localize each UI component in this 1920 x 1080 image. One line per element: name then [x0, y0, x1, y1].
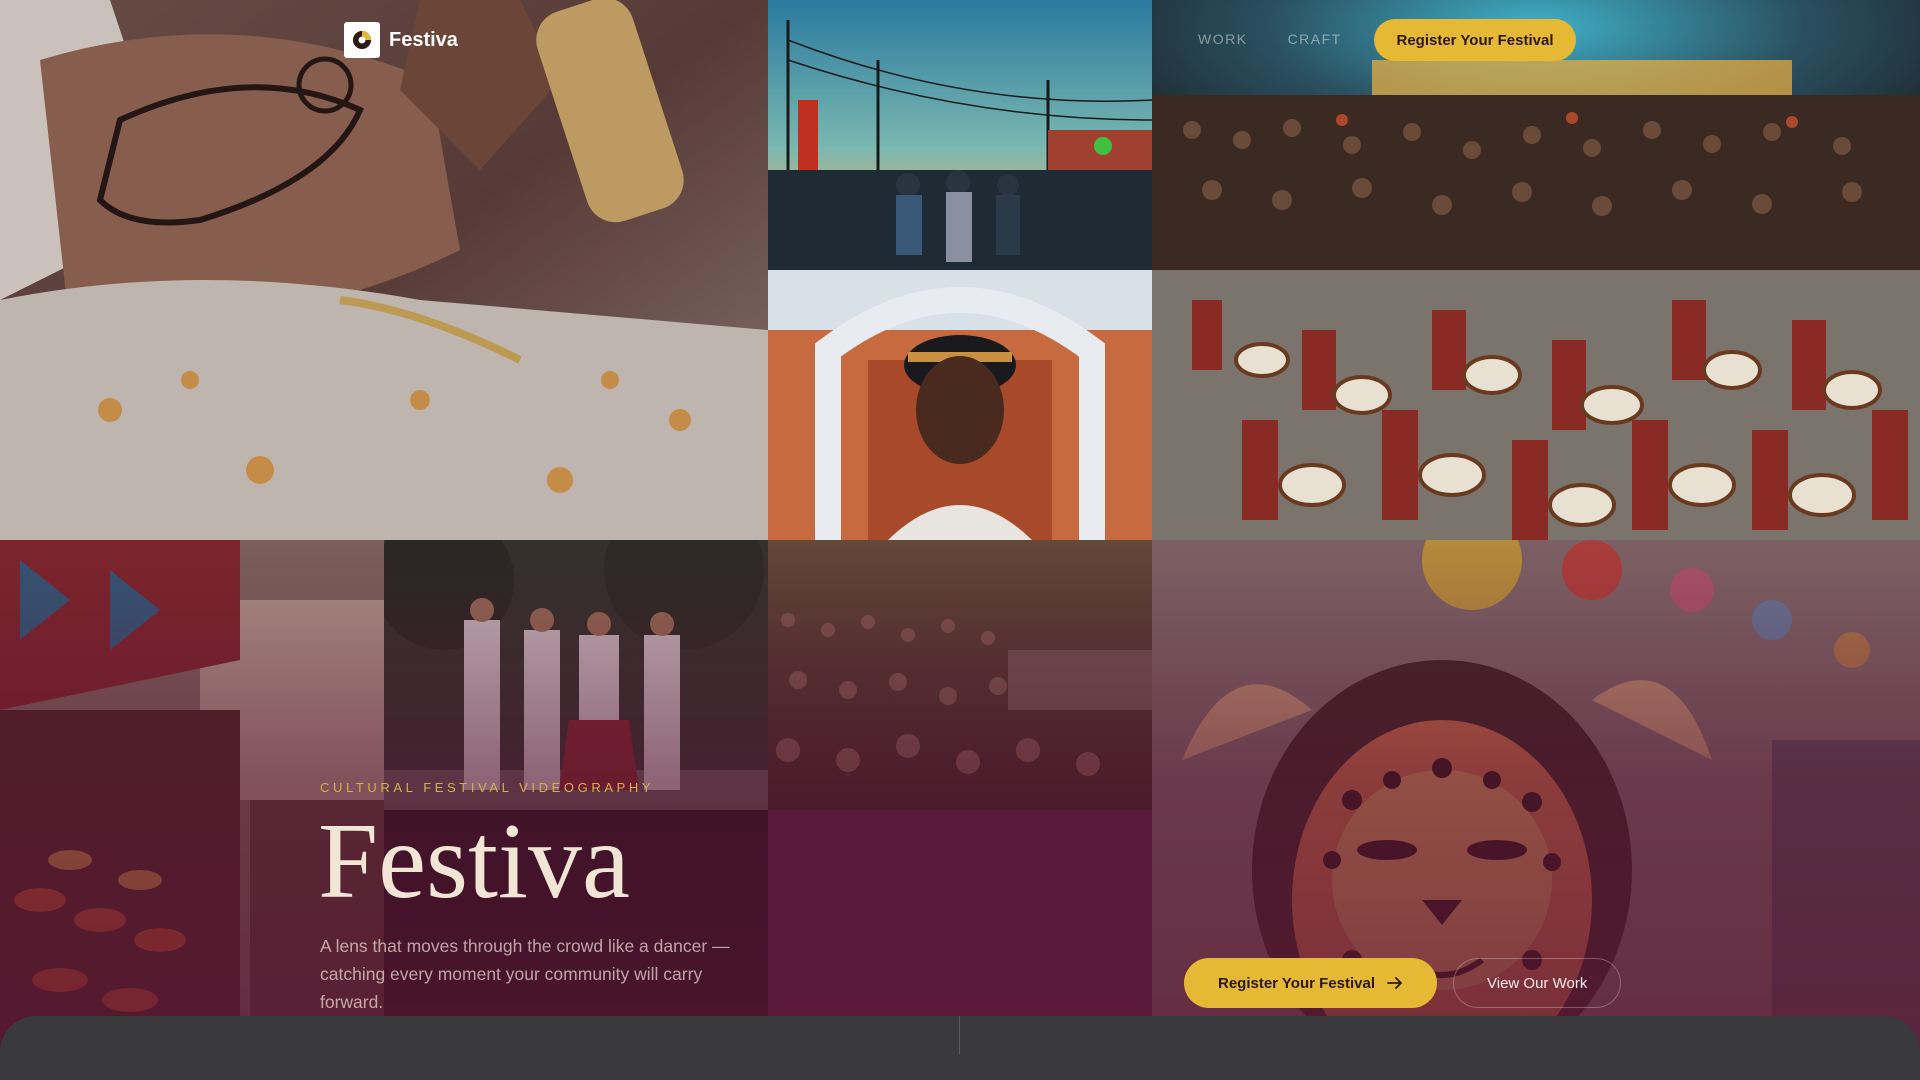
main-nav: WORK CRAFT	[1198, 31, 1342, 47]
street-festival-dusk-photo	[768, 0, 1152, 270]
brand-mark-icon	[344, 22, 380, 58]
sheet-divider	[959, 1016, 960, 1054]
view-work-button[interactable]: View Our Work	[1453, 958, 1622, 1008]
header-register-button[interactable]: Register Your Festival	[1374, 19, 1576, 61]
bottom-sheet	[0, 1016, 1920, 1080]
hero-title: Festiva	[318, 802, 630, 921]
brand-logo[interactable]: Festiva	[344, 22, 458, 58]
brand-name: Festiva	[389, 28, 458, 51]
hero-eyebrow: CULTURAL FESTIVAL VIDEOGRAPHY	[320, 780, 655, 795]
hero-cta-group: Register Your Festival View Our Work	[1184, 958, 1622, 1008]
henna-hands-photo	[0, 0, 768, 540]
folk-dancers-photo	[384, 540, 768, 810]
register-festival-label: Register Your Festival	[1218, 974, 1376, 992]
landing-page: Festiva WORK CRAFT Register Your Festiva…	[0, 0, 1920, 1080]
smiling-woman-portrait-photo	[768, 270, 1152, 540]
hero-description: A lens that moves through the crowd like…	[320, 936, 730, 1012]
amphitheater-crowd-photo	[768, 540, 1152, 810]
arrow-right-icon	[1387, 977, 1402, 989]
register-festival-button[interactable]: Register Your Festival	[1184, 958, 1438, 1008]
nav-link-craft[interactable]: CRAFT	[1288, 31, 1342, 47]
drummers-parade-photo	[1152, 270, 1920, 540]
nav-link-work[interactable]: WORK	[1198, 31, 1248, 47]
